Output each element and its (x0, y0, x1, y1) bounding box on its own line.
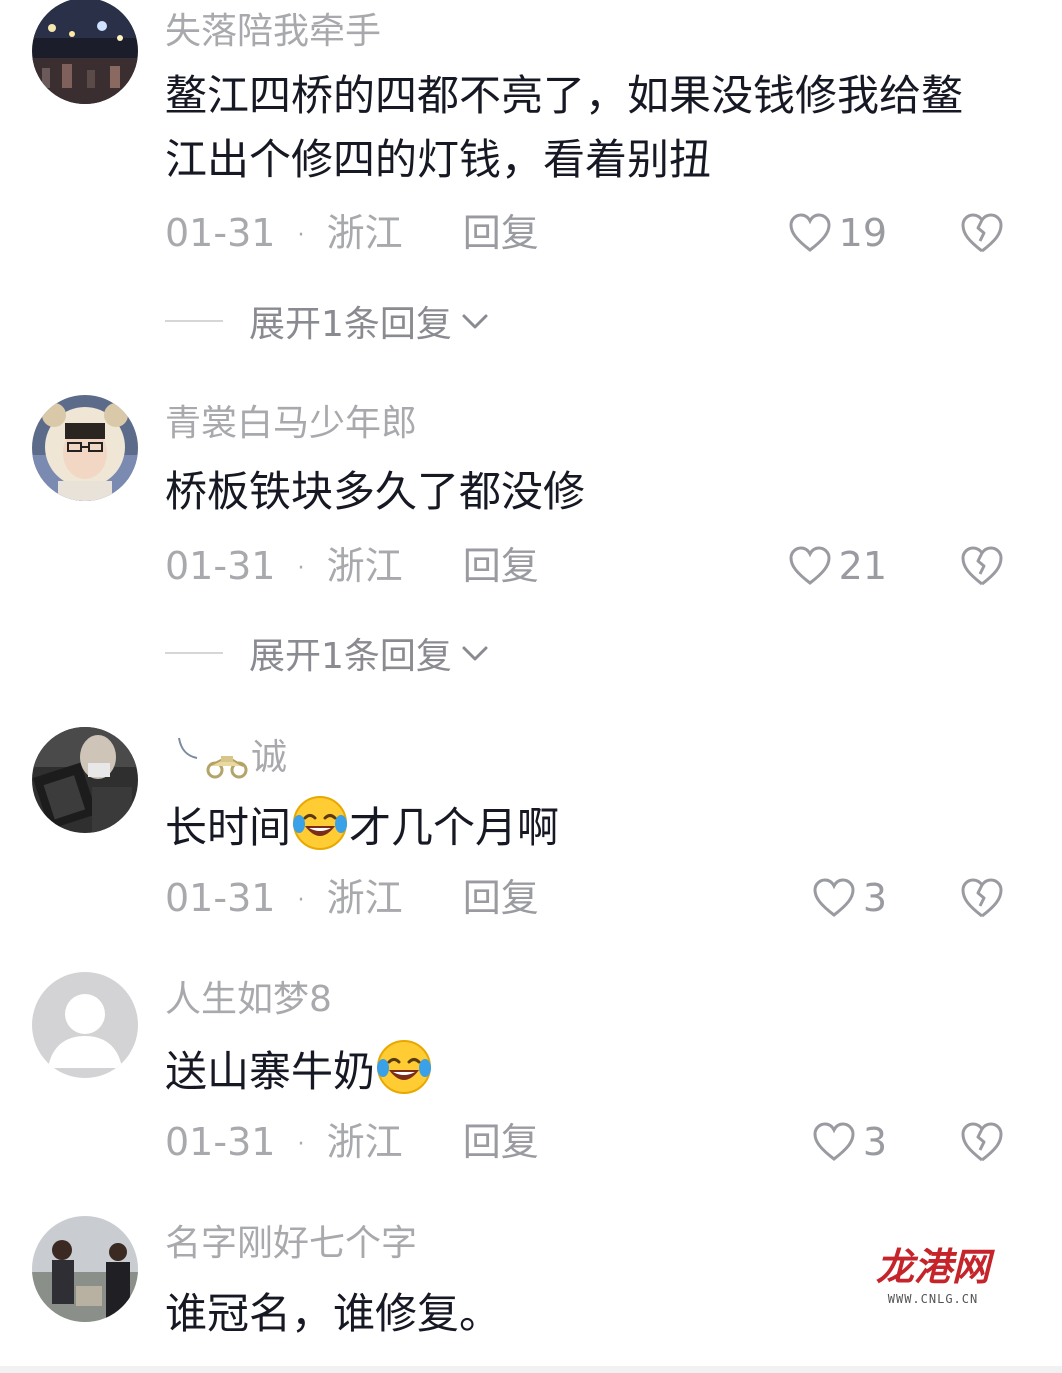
comment-meta: 01-31 · 浙江 回复 (165, 208, 539, 258)
comment-meta: 01-31 · 浙江 回复 (165, 1117, 539, 1167)
laugh-cry-emoji-icon (377, 1040, 432, 1094)
like-count: 3 (862, 1120, 887, 1164)
avatar[interactable] (32, 0, 138, 104)
comment-date: 01-31 (165, 1120, 276, 1164)
avatar[interactable] (32, 1216, 138, 1322)
heart-icon (813, 1122, 855, 1161)
watermark-logo: 龙港网 WWW.CNLG.CN (862, 1240, 1004, 1316)
reply-button[interactable]: 回复 (463, 544, 539, 588)
broken-heart-icon[interactable] (960, 1120, 1004, 1164)
like-count: 21 (838, 544, 887, 588)
like-button[interactable]: 3 (813, 873, 887, 923)
username[interactable]: 青裳白马少年郎 (165, 402, 417, 446)
divider-line (165, 320, 223, 322)
reply-button[interactable]: 回复 (463, 876, 539, 920)
heart-icon (813, 878, 855, 917)
heart-icon (789, 546, 831, 585)
comment-location: 浙江 (326, 876, 403, 920)
comment-date: 01-31 (165, 544, 276, 588)
like-count: 3 (862, 876, 887, 920)
broken-heart-icon[interactable] (960, 876, 1004, 920)
comment-location: 浙江 (326, 211, 403, 255)
svg-text:龙港网: 龙港网 (876, 1244, 995, 1289)
bottom-divider (0, 1366, 1062, 1373)
comment-date: 01-31 (165, 211, 276, 255)
comment-meta: 01-31 · 浙江 回复 (165, 541, 539, 591)
meta-separator: · (297, 223, 305, 248)
logo-lettering: 龙港网 (876, 1244, 995, 1289)
chevron-down-icon (462, 646, 488, 661)
meta-separator: · (297, 1132, 305, 1157)
watermark-url: WWW.CNLG.CN (887, 1292, 979, 1306)
comment-text-part: 才几个月啊 (349, 803, 560, 852)
broken-heart-icon[interactable] (960, 211, 1004, 255)
expand-replies-button[interactable]: 展开1条回复 (165, 296, 492, 346)
reply-button[interactable]: 回复 (463, 1120, 539, 1164)
meta-separator: · (297, 556, 305, 581)
username[interactable]: 失落陪我牵手 (165, 10, 381, 54)
laugh-cry-emoji-icon (293, 796, 348, 850)
like-button[interactable]: 21 (789, 541, 887, 591)
comment-text: 送山寨牛奶 (165, 1038, 995, 1104)
comment-location: 浙江 (326, 544, 403, 588)
comment-date: 01-31 (165, 876, 276, 920)
like-count: 19 (838, 211, 887, 255)
username-text: 诚 (251, 737, 288, 778)
reply-button[interactable]: 回复 (463, 211, 539, 255)
divider-line (165, 652, 223, 654)
username[interactable]: 名字刚好七个字 (165, 1222, 417, 1266)
avatar[interactable] (32, 972, 138, 1078)
expand-label: 展开1条回复 (249, 636, 452, 677)
chevron-down-icon (462, 314, 488, 329)
broken-heart-icon[interactable] (960, 544, 1004, 588)
motorcycle-icon (178, 737, 248, 779)
avatar[interactable] (32, 727, 138, 833)
comment-meta: 01-31 · 浙江 回复 (165, 873, 539, 923)
comment-text: 桥板铁块多久了都没修 (165, 467, 586, 516)
like-button[interactable]: 3 (813, 1117, 887, 1167)
like-button[interactable]: 19 (789, 208, 887, 258)
username[interactable]: 诚 (165, 736, 287, 780)
comment-text: 鳌江四桥的四都不亮了，如果没钱修我给鳌江出个修四的灯钱，看着别扭 (165, 71, 964, 184)
comment-text: 长时间 才几个月啊 (165, 794, 995, 860)
avatar[interactable] (32, 395, 138, 501)
username[interactable]: 人生如梦8 (165, 978, 332, 1022)
meta-separator: · (297, 888, 305, 913)
expand-replies-button[interactable]: 展开1条回复 (165, 628, 492, 678)
expand-label: 展开1条回复 (249, 304, 452, 345)
comment-text-part: 送山寨牛奶 (165, 1047, 376, 1096)
heart-icon (789, 213, 831, 252)
comment-location: 浙江 (326, 1120, 403, 1164)
comment-text-part: 长时间 (165, 803, 292, 852)
